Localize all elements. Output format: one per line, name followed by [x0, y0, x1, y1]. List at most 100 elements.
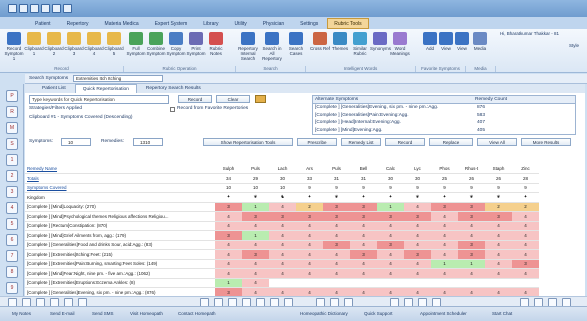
control-button[interactable]: View All [477, 138, 517, 146]
rubric-label[interactable]: [Complete ] [Mind]Psychological themes R… [25, 211, 215, 222]
rubric-grade-cell[interactable]: 3 [242, 249, 269, 260]
search-input[interactable]: Extremities Itch Itching [73, 75, 163, 82]
ribbon-button[interactable]: Synonyms [370, 32, 391, 51]
record-button[interactable]: Record [178, 95, 212, 103]
grid-cell[interactable]: Sulph [215, 164, 242, 174]
rubric-grade-cell[interactable]: 4 [323, 230, 350, 241]
ribbon-button[interactable]: Media [470, 32, 490, 51]
menu-tab[interactable]: Patient [28, 18, 58, 29]
ribbon-button[interactable]: Clipboard 1 [24, 32, 44, 56]
rubric-row[interactable]: [Complete ] [Mind]Loquacity: (270) 3 1 4 2 3 3… [25, 202, 539, 212]
ribbon-button[interactable]: Clipboard 2 [44, 32, 64, 56]
grid-cell[interactable]: 9 [377, 183, 404, 193]
rubric-grade-cell[interactable]: 4 [296, 230, 323, 241]
grid-cell[interactable]: ✦ [377, 192, 404, 203]
alt-symptom-text[interactable]: [Complete ] [Generalities]Evening, six p… [315, 105, 438, 110]
grid-cell[interactable]: ❦ [242, 192, 269, 203]
ribbon-button[interactable]: Cross Ref [310, 32, 330, 51]
left-tool-button[interactable]: 8 [6, 266, 18, 278]
grid-cell[interactable]: Ars [296, 164, 323, 174]
sub-tab[interactable]: Repertory Search Results [139, 84, 208, 93]
status-link[interactable]: Quick Support [364, 311, 393, 316]
rubric-row[interactable]: [Complete ] [Mind]Grief Ailments from, a… [25, 230, 539, 241]
grid-cell[interactable]: 9 [458, 183, 485, 193]
rubric-label[interactable]: [Complete ] [Rectum]Constipation: (870) [25, 221, 215, 231]
rubric-label[interactable]: [Complete ] [Mind]Grief Ailments from, a… [25, 230, 215, 241]
rubric-grade-cell[interactable]: 4 [431, 211, 458, 222]
rubric-grade-cell[interactable]: 4 [323, 249, 350, 260]
control-button[interactable]: Record [385, 138, 425, 146]
rubric-grade-cell[interactable]: 4 [350, 268, 377, 279]
print-icon[interactable] [52, 4, 61, 13]
rubric-grade-cell[interactable]: 3 [215, 202, 242, 212]
alt-symptom-text[interactable]: [Complete ] [Head]Internal:Evening:Agg. [315, 120, 401, 125]
menu-tab[interactable]: Utility [228, 18, 254, 29]
left-tool-button[interactable]: R [6, 106, 18, 118]
rubric-grade-cell[interactable]: 4 [323, 268, 350, 279]
email-icon[interactable] [63, 4, 72, 13]
rubric-grade-cell[interactable]: 3 [458, 202, 485, 212]
rubric-grade-cell[interactable]: 4 [215, 249, 242, 260]
grid-cell[interactable]: Lyc [404, 164, 431, 174]
rubric-grade-cell[interactable]: 4 [377, 249, 404, 260]
rubric-label[interactable]: [Complete ] [Extremities]Pain:Burning, s… [25, 259, 215, 269]
rubric-grade-cell[interactable]: 4 [242, 259, 269, 269]
rubric-grade-cell[interactable]: 4 [458, 268, 485, 279]
rubric-grade-cell[interactable]: 3 [323, 202, 350, 212]
left-tool-button[interactable]: 6 [6, 234, 18, 246]
left-tool-button[interactable]: 2 [6, 170, 18, 182]
grid-cell[interactable]: ♞ [269, 192, 296, 203]
rubric-grade-cell[interactable] [431, 278, 458, 288]
rubric-grade-cell[interactable]: 3 [458, 211, 485, 222]
rubric-grade-cell[interactable]: 3 [350, 202, 377, 212]
rubric-grade-cell[interactable]: 4 [377, 230, 404, 241]
control-button[interactable]: Prescribe [297, 138, 337, 146]
grid-cell[interactable]: 29 [242, 173, 269, 184]
status-link[interactable]: My Notes [12, 311, 31, 316]
status-link[interactable]: Appointment Scheduler [420, 311, 467, 316]
rubric-grade-cell[interactable]: 3 [377, 240, 404, 250]
rubric-grade-cell[interactable]: 3 [458, 249, 485, 260]
rubric-grade-cell[interactable]: 3 [350, 249, 377, 260]
grid-cell[interactable]: ✦ [296, 192, 323, 203]
ribbon-button[interactable]: Clipboard 4 [84, 32, 104, 56]
clear-button[interactable]: Clear [216, 95, 250, 103]
rubric-grade-cell[interactable]: 2 [296, 202, 323, 212]
rubric-grade-cell[interactable]: 4 [377, 259, 404, 269]
rubric-grade-cell[interactable]: 4 [485, 221, 512, 231]
grid-cell[interactable]: 26 [485, 173, 512, 184]
rubric-grade-cell[interactable]: 3 [512, 259, 539, 269]
grid-cell[interactable]: Zinc [512, 164, 539, 174]
rubric-grade-cell[interactable]: 3 [485, 211, 512, 222]
menu-tab[interactable]: Settings [293, 18, 325, 29]
grid-cell[interactable]: Staph [485, 164, 512, 174]
grid-cell[interactable]: 10 [242, 183, 269, 193]
rubric-grade-cell[interactable]: 4 [512, 240, 539, 250]
grid-cell[interactable]: ✦ [512, 192, 539, 203]
rubric-grade-cell[interactable]: 4 [242, 268, 269, 279]
rubric-grade-cell[interactable]: 4 [431, 249, 458, 260]
save-icon[interactable] [19, 4, 28, 13]
rubric-row[interactable]: [Complete ] [Generalities]Food and drink… [25, 240, 539, 250]
grid-cell[interactable]: 9 [350, 183, 377, 193]
ribbon-button[interactable]: Full Symptom [126, 32, 146, 56]
ribbon-button[interactable]: Print Symptom [186, 32, 206, 56]
rubric-label[interactable]: [Complete ] [Mind]Fear:Night, nine pm. -… [25, 268, 215, 279]
rubric-grade-cell[interactable] [512, 278, 539, 288]
rubric-grade-cell[interactable] [485, 278, 512, 288]
grid-cell[interactable]: ❦ [458, 192, 485, 203]
rubric-grade-cell[interactable]: 4 [350, 221, 377, 231]
rubric-grade-cell[interactable]: 4 [215, 211, 242, 222]
book-icon[interactable] [255, 95, 266, 103]
menu-tab[interactable]: Materia Medica [98, 18, 146, 29]
rubric-grade-cell[interactable]: 4 [242, 278, 269, 288]
rubric-grade-cell[interactable]: 4 [404, 230, 431, 241]
grid-cell[interactable]: 30 [404, 173, 431, 184]
rubric-grade-cell[interactable] [350, 278, 377, 288]
grid-cell[interactable]: ❦ [485, 192, 512, 203]
status-link[interactable]: Visit Homeopath [130, 311, 163, 316]
rubric-grade-cell[interactable]: 3 [242, 211, 269, 222]
grid-cell[interactable]: 25 [431, 173, 458, 184]
ribbon-button[interactable]: Repertory Internal Search [238, 32, 258, 61]
rubric-grade-cell[interactable]: 4 [512, 211, 539, 222]
